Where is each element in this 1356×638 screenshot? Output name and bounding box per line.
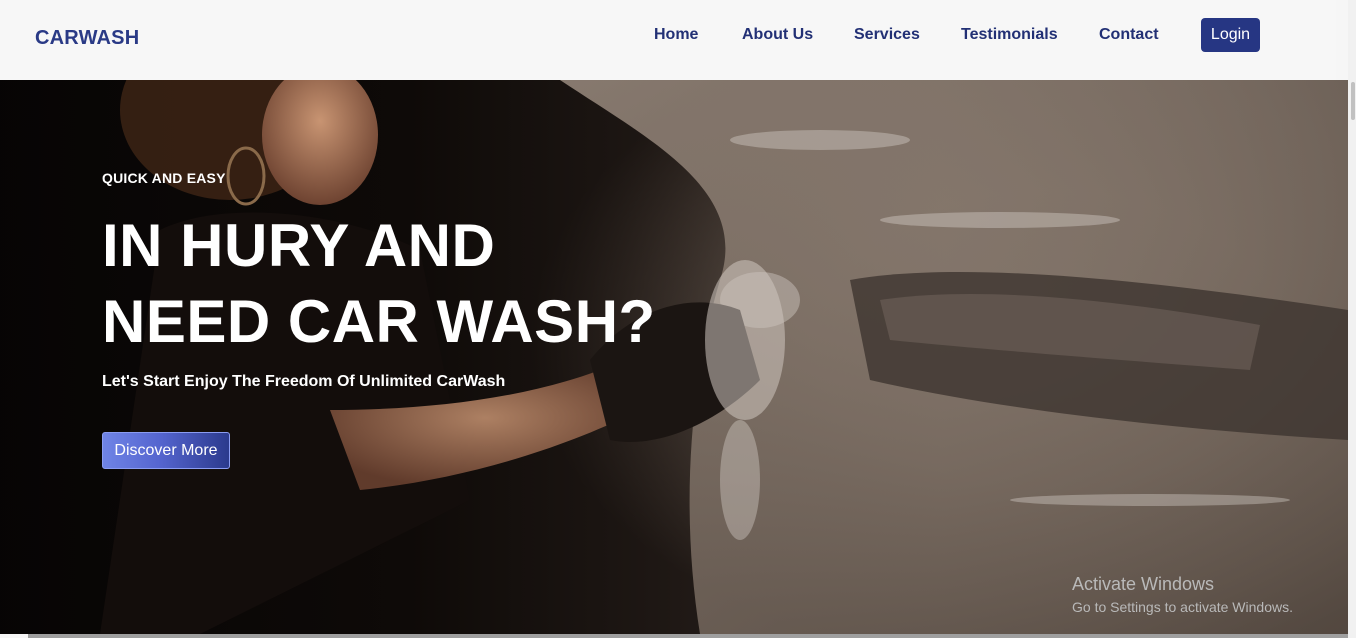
nav-testimonials-link[interactable]: Testimonials [961,26,1058,44]
hero-headline-line-1: IN HURY AND [102,212,496,279]
horizontal-scrollbar[interactable] [28,634,1348,638]
brand-logo[interactable]: CARWASH [35,27,139,50]
hero-banner: QUICK AND EASY IN HURY AND NEED CAR WASH… [0,80,1348,634]
nav-home-link[interactable]: Home [654,26,698,44]
discover-more-button[interactable]: Discover More [102,432,230,469]
watermark-subtitle: Go to Settings to activate Windows. [1072,599,1293,615]
nav-about-link[interactable]: About Us [742,26,813,44]
watermark-title: Activate Windows [1072,574,1215,594]
hero-headline-line-2: NEED CAR WASH? [102,288,656,355]
scrollbar-thumb[interactable] [1351,82,1355,120]
login-button[interactable]: Login [1201,18,1260,52]
nav-services-link[interactable]: Services [854,26,920,44]
hero-headline: IN HURY AND NEED CAR WASH? [102,208,722,360]
nav-contact-link[interactable]: Contact [1099,26,1159,44]
hero-eyebrow: QUICK AND EASY [102,170,226,186]
top-navbar: CARWASH Home About Us Services Testimoni… [0,0,1336,80]
hero-subtext: Let's Start Enjoy The Freedom Of Unlimit… [102,373,506,390]
windows-activation-watermark: Activate Windows Go to Settings to activ… [1072,574,1293,615]
